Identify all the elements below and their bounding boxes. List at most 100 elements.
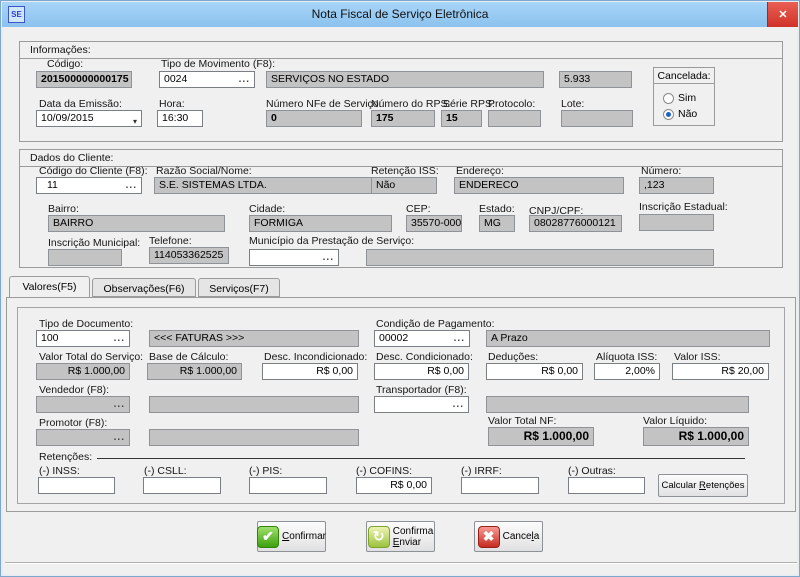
promotor-label: Promotor (F8): bbox=[39, 417, 107, 429]
cep-label: CEP: bbox=[406, 203, 431, 215]
tab-observacoes[interactable]: Observações(F6) bbox=[92, 278, 196, 297]
transportador-input[interactable]: ... bbox=[374, 396, 469, 413]
desc-incondicionado-input[interactable]: R$ 0,00 bbox=[262, 363, 358, 380]
deducoes-input[interactable]: R$ 0,00 bbox=[486, 363, 583, 380]
valor-total-nf-label: Valor Total NF: bbox=[488, 415, 556, 427]
bairro-label: Bairro: bbox=[48, 203, 79, 215]
desc-condicionado-label: Desc. Condicionado: bbox=[376, 351, 473, 363]
deducoes-label: Deduções: bbox=[488, 351, 538, 363]
tipo-movimento-lookup-button[interactable]: ... bbox=[239, 72, 250, 87]
pis-input[interactable] bbox=[249, 477, 327, 494]
desc-incondicionado-label: Desc. Incondicionado: bbox=[264, 351, 367, 363]
retencao-iss-label: Retenção ISS: bbox=[371, 165, 439, 177]
telefone-field: 114053362525 bbox=[149, 247, 229, 264]
cancela-button[interactable]: ✖ Cancela bbox=[474, 521, 543, 552]
calcular-retencoes-button[interactable]: Calcular Retenções bbox=[658, 474, 748, 497]
codigo-label: Código: bbox=[47, 58, 83, 70]
valor-iss-input[interactable]: R$ 20,00 bbox=[672, 363, 769, 380]
informacoes-legend: Informações: bbox=[20, 42, 782, 59]
transportador-desc-field bbox=[486, 396, 749, 413]
irrf-input[interactable] bbox=[461, 477, 539, 494]
vendedor-desc-field bbox=[149, 396, 359, 413]
valor-liquido-field: R$ 1.000,00 bbox=[643, 427, 749, 446]
data-emissao-combobox[interactable]: 10/09/2015 ▾ bbox=[36, 110, 142, 127]
condicao-pagamento-label: Condição de Pagamento: bbox=[376, 318, 495, 330]
radio-sim-label: Sim bbox=[678, 92, 696, 104]
promotor-lookup-button[interactable]: ... bbox=[114, 430, 125, 445]
codigo-cliente-input[interactable]: 11 ... bbox=[36, 177, 142, 194]
vendedor-input[interactable]: ... bbox=[36, 396, 130, 413]
window-title: Nota Fiscal de Serviço Eletrônica bbox=[42, 7, 758, 21]
tipo-documento-input[interactable]: 100 ... bbox=[36, 330, 130, 347]
bairro-field: BAIRRO bbox=[48, 215, 225, 232]
csll-input[interactable] bbox=[143, 477, 221, 494]
desc-condicionado-input[interactable]: R$ 0,00 bbox=[374, 363, 469, 380]
condicao-pagamento-desc-field: A Prazo bbox=[486, 330, 770, 347]
numero-endereco-field: ,123 bbox=[639, 177, 714, 194]
telefone-label: Telefone: bbox=[149, 235, 192, 247]
inss-input[interactable] bbox=[38, 477, 115, 494]
chevron-down-icon[interactable]: ▾ bbox=[133, 114, 137, 127]
confirmar-button[interactable]: ✔ Confirmar bbox=[257, 521, 326, 552]
lote-field bbox=[561, 110, 633, 127]
tipo-documento-label: Tipo de Documento: bbox=[39, 318, 133, 330]
base-calculo-field: R$ 1.000,00 bbox=[147, 363, 242, 380]
close-button[interactable]: ✕ bbox=[767, 2, 798, 27]
base-calculo-label: Base de Cálculo: bbox=[149, 351, 228, 363]
confirma-enviar-button[interactable]: ↻ ConfirmaEnviar bbox=[366, 521, 435, 552]
numero-rps-field: 175 bbox=[371, 110, 435, 127]
radio-icon bbox=[663, 93, 674, 104]
pis-label: (-) PIS: bbox=[249, 465, 282, 477]
municipio-prestacao-label: Município da Prestação de Serviço: bbox=[249, 235, 414, 247]
cnpj-field: 08028776000121 bbox=[529, 215, 622, 232]
retencao-iss-field: Não bbox=[371, 177, 437, 194]
municipio-prestacao-input[interactable]: ... bbox=[249, 249, 339, 266]
valor-liquido-label: Valor Líquido: bbox=[643, 415, 707, 427]
estado-label: Estado: bbox=[479, 203, 515, 215]
transportador-lookup-button[interactable]: ... bbox=[453, 397, 464, 412]
codigo-cliente-label: Código do Cliente (F8): bbox=[39, 165, 148, 177]
condicao-pagamento-input[interactable]: 00002 ... bbox=[374, 330, 470, 347]
hora-input[interactable]: 16:30 bbox=[157, 110, 203, 127]
estado-field: MG bbox=[479, 215, 515, 232]
lote-label: Lote: bbox=[561, 98, 584, 110]
cofins-input[interactable]: R$ 0,00 bbox=[356, 477, 432, 494]
outras-label: (-) Outras: bbox=[568, 465, 616, 477]
tipo-movimento-input[interactable]: 0024 ... bbox=[159, 71, 255, 88]
outras-input[interactable] bbox=[568, 477, 645, 494]
promotor-input[interactable]: ... bbox=[36, 429, 130, 446]
vendedor-label: Vendedor (F8): bbox=[39, 384, 109, 396]
protocolo-label: Protocolo: bbox=[488, 98, 535, 110]
radio-nao-label: Não bbox=[678, 108, 697, 120]
inscricao-estadual-label: Inscrição Estadual: bbox=[639, 201, 728, 213]
valor-total-nf-field: R$ 1.000,00 bbox=[488, 427, 594, 446]
condicao-pagamento-lookup-button[interactable]: ... bbox=[454, 331, 465, 346]
cancelada-radio-sim[interactable]: Sim bbox=[663, 92, 696, 104]
numero-nfe-field: 0 bbox=[266, 110, 362, 127]
cidade-field: FORMIGA bbox=[249, 215, 392, 232]
tab-servicos[interactable]: Serviços(F7) bbox=[198, 278, 280, 297]
valor-iss-label: Valor ISS: bbox=[674, 351, 721, 363]
retencoes-label: Retenções: bbox=[39, 451, 92, 463]
numero-nfe-label: Número NFe de Serviço: bbox=[266, 98, 382, 110]
tipo-movimento-label: Tipo de Movimento (F8): bbox=[161, 58, 275, 70]
vendedor-lookup-button[interactable]: ... bbox=[114, 397, 125, 412]
cliente-lookup-button[interactable]: ... bbox=[126, 178, 137, 193]
endereco-label: Endereço: bbox=[456, 165, 504, 177]
radio-icon bbox=[663, 109, 674, 120]
cancelada-legend: Cancelada: bbox=[654, 68, 714, 84]
inscricao-estadual-field bbox=[639, 214, 714, 231]
protocolo-field bbox=[488, 110, 541, 127]
aliquota-iss-input[interactable]: 2,00% bbox=[594, 363, 660, 380]
numero-rps-label: Número do RPS: bbox=[371, 98, 450, 110]
cidade-label: Cidade: bbox=[249, 203, 285, 215]
inscricao-municipal-label: Inscrição Municipal: bbox=[48, 237, 140, 249]
tab-valores[interactable]: Valores(F5) bbox=[9, 276, 90, 298]
tipo-documento-desc-field: <<< FATURAS >>> bbox=[149, 330, 359, 347]
dialog-window: SE Nota Fiscal de Serviço Eletrônica ✕ I… bbox=[0, 0, 800, 577]
municipio-lookup-button[interactable]: ... bbox=[323, 250, 334, 265]
tipo-documento-lookup-button[interactable]: ... bbox=[114, 331, 125, 346]
cancelada-radio-nao[interactable]: Não bbox=[663, 108, 697, 120]
municipio-prestacao-desc-field bbox=[366, 249, 714, 266]
aliquota-iss-label: Alíquota ISS: bbox=[596, 351, 657, 363]
